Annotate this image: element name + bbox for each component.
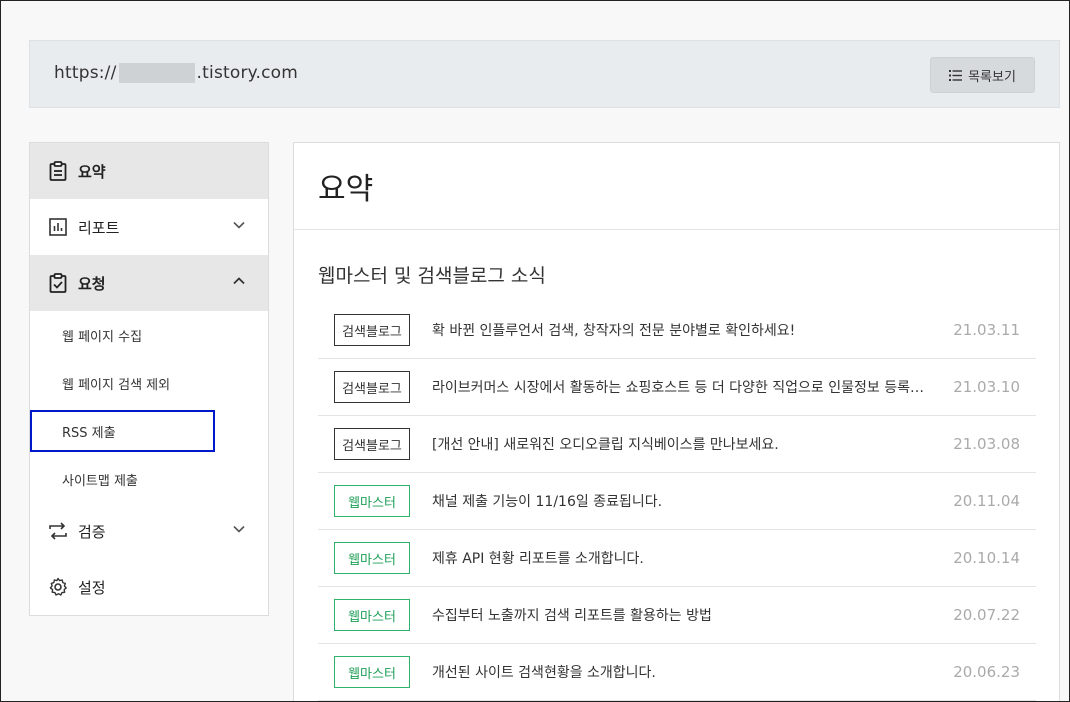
news-date: 20.06.23 [953,663,1020,681]
news-date: 20.11.04 [953,492,1020,510]
news-headline[interactable]: 채널 제출 기능이 11/16일 종료됩니다. [432,491,938,511]
news-row[interactable]: 검색블로그 라이브커머스 시장에서 활동하는 쇼핑호스트 등 더 다양한 직업으… [318,359,1036,416]
news-row[interactable]: 검색블로그 확 바뀐 인플루언서 검색, 창작자의 전문 분야별로 확인하세요!… [318,302,1036,359]
news-headline[interactable]: 확 바뀐 인플루언서 검색, 창작자의 전문 분야별로 확인하세요! [432,320,938,340]
checklist-icon [48,273,68,293]
news-date: 20.07.22 [953,606,1020,624]
app-frame: https:// .tistory.com 목록보기 요약 리포트 요청 웹 페… [0,0,1070,702]
sidebar: 요약 리포트 요청 웹 페이지 수집 웹 페이지 검색 제외 RSS 제출 사이… [29,142,269,616]
category-badge: 웹마스터 [334,542,410,574]
news-row[interactable]: 웹마스터 제휴 API 현황 리포트를 소개합니다. 20.10.14 [318,530,1036,587]
main-panel: 요약 웹마스터 및 검색블로그 소식 검색블로그 확 바뀐 인플루언서 검색, … [293,142,1060,701]
category-badge: 검색블로그 [334,314,410,346]
news-row[interactable]: 웹마스터 채널 제출 기능이 11/16일 종료됩니다. 20.11.04 [318,473,1036,530]
sidebar-subitem-sitemap-submit[interactable]: 사이트맵 제출 [30,455,268,503]
repeat-icon [48,521,68,541]
list-view-button[interactable]: 목록보기 [930,57,1035,93]
chevron-down-icon [233,525,245,533]
news-row[interactable]: 검색블로그 [개선 안내] 새로워진 오디오클립 지식베이스를 만나보세요. 2… [318,416,1036,473]
chevron-down-icon [233,221,245,229]
category-badge: 웹마스터 [334,599,410,631]
category-badge: 웹마스터 [334,485,410,517]
news-row[interactable]: 웹마스터 개선된 사이트 검색현황을 소개합니다. 20.06.23 [318,644,1036,701]
news-headline[interactable]: [개선 안내] 새로워진 오디오클립 지식베이스를 만나보세요. [432,434,938,454]
news-headline[interactable]: 제휴 API 현황 리포트를 소개합니다. [432,548,938,568]
sidebar-item-request[interactable]: 요청 [30,255,268,311]
sidebar-item-verify[interactable]: 검증 [30,503,268,559]
news-headline[interactable]: 라이브커머스 시장에서 활동하는 쇼핑호스트 등 더 다양한 직업으로 인물정보… [432,377,938,397]
news-section-title: 웹마스터 및 검색블로그 소식 [318,265,546,287]
site-url-bar: https:// .tistory.com 목록보기 [29,40,1060,108]
site-url: https:// .tistory.com [54,63,298,83]
sidebar-item-label: 요약 [78,162,106,181]
chevron-up-icon [233,277,245,285]
sidebar-item-report[interactable]: 리포트 [30,199,268,255]
sidebar-item-settings[interactable]: 설정 [30,559,268,615]
page-title: 요약 [294,143,1059,230]
sidebar-subitem-label: 웹 페이지 수집 [62,329,143,345]
sidebar-item-label: 리포트 [78,218,120,237]
sidebar-subitem-rss-submit[interactable]: RSS 제출 [30,407,268,455]
list-view-label: 목록보기 [968,69,1016,85]
list-icon [949,69,963,81]
category-badge: 검색블로그 [334,371,410,403]
news-list: 검색블로그 확 바뀐 인플루언서 검색, 창작자의 전문 분야별로 확인하세요!… [318,302,1036,701]
sidebar-item-label: 검증 [78,522,106,541]
category-badge: 웹마스터 [334,656,410,688]
news-row[interactable]: 웹마스터 수집부터 노출까지 검색 리포트를 활용하는 방법 20.07.22 [318,587,1036,644]
bar-chart-icon [48,217,68,237]
sidebar-item-summary[interactable]: 요약 [30,143,268,199]
sidebar-subitem-page-crawl[interactable]: 웹 페이지 수집 [30,311,268,359]
news-date: 21.03.11 [953,321,1020,339]
sidebar-subitem-label: RSS 제출 [62,425,116,441]
sidebar-item-label: 요청 [78,274,106,293]
category-badge: 검색블로그 [334,428,410,460]
sidebar-subitem-label: 웹 페이지 검색 제외 [62,377,171,393]
news-headline[interactable]: 개선된 사이트 검색현황을 소개합니다. [432,662,938,682]
sidebar-subitem-label: 사이트맵 제출 [62,473,138,489]
news-headline[interactable]: 수집부터 노출까지 검색 리포트를 활용하는 방법 [432,605,938,625]
url-prefix: https:// [54,63,117,83]
news-date: 20.10.14 [953,549,1020,567]
gear-icon [48,577,68,597]
redacted-site-name [118,63,195,83]
news-date: 21.03.10 [953,378,1020,396]
clipboard-icon [48,161,68,181]
news-date: 21.03.08 [953,435,1020,453]
sidebar-item-label: 설정 [78,578,106,597]
sidebar-subitem-page-exclude[interactable]: 웹 페이지 검색 제외 [30,359,268,407]
url-suffix: .tistory.com [196,63,299,83]
